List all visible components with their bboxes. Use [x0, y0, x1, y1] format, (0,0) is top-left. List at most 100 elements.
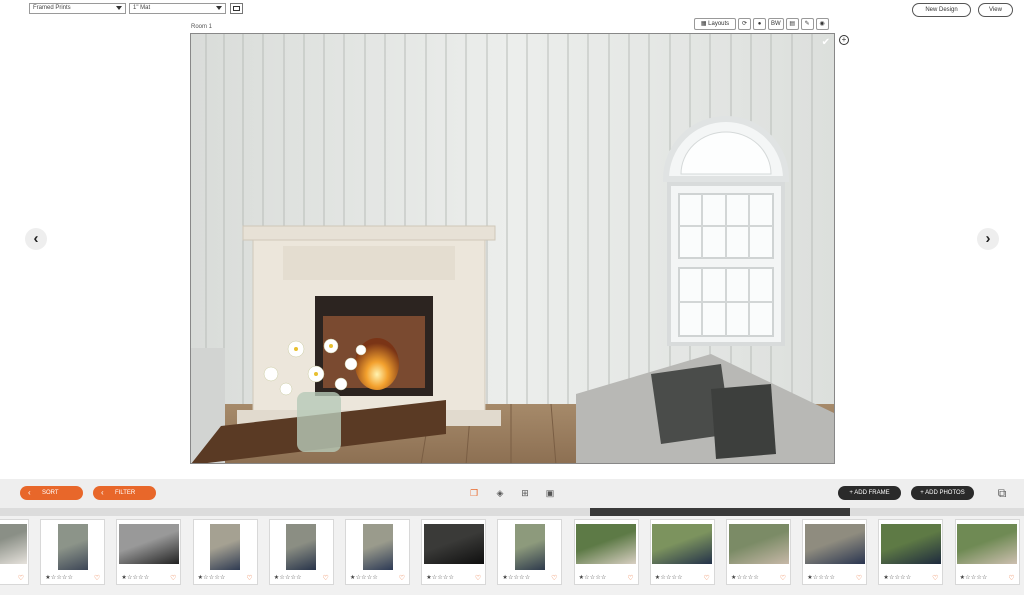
photo-image [118, 524, 179, 564]
filter-button[interactable]: ‹ FILTER [93, 486, 156, 500]
rotate-button[interactable]: ⟳ [738, 18, 751, 30]
photo-image [57, 524, 88, 570]
star-rating[interactable]: ★☆☆☆☆ [960, 574, 988, 581]
sort-button[interactable]: ‹ SORT [20, 486, 83, 500]
scrollbar-thumb[interactable] [590, 508, 850, 516]
photo-thumbnail[interactable]: ★☆☆☆☆ ♡ [268, 519, 334, 585]
photo-image [286, 524, 317, 570]
preview-button[interactable]: ◉ [815, 18, 829, 30]
star-rating[interactable]: ★☆☆☆☆ [121, 574, 149, 581]
heart-icon[interactable]: ♡ [704, 574, 710, 582]
star-rating[interactable]: ★☆☆☆☆ [579, 574, 607, 581]
star-rating[interactable]: ★☆☆☆☆ [274, 574, 302, 581]
chevron-left-icon: ‹ [101, 488, 104, 497]
frame-view-icon[interactable]: ▣ [544, 488, 556, 499]
bottom-toolbar: ‹ SORT ‹ FILTER ❐ ◈ ⊞ ▣ + ADD FRAME + ADD … [0, 479, 1024, 508]
pin-button[interactable]: ● [753, 18, 766, 30]
room-scene[interactable]: ✔ [190, 33, 835, 464]
star-rating[interactable]: ★☆☆☆☆ [655, 574, 683, 581]
arrange-icon[interactable]: ⊞ [519, 488, 531, 499]
photo-thumbnail[interactable]: ★☆☆☆☆ ♡ [421, 519, 487, 585]
add-frame-button[interactable]: + ADD FRAME [838, 486, 901, 500]
rotate-icon: ⟳ [741, 21, 748, 27]
view-button[interactable]: View [978, 3, 1013, 17]
star-rating[interactable]: ★☆☆☆☆ [198, 574, 226, 581]
photo-thumbnail[interactable]: ★☆☆☆☆ ♡ [649, 519, 715, 585]
photo-image [728, 524, 789, 564]
photo-thumbnail[interactable]: ★☆☆☆☆ ♡ [573, 519, 639, 585]
photo-thumbnail[interactable]: ☆☆♡ [0, 519, 29, 585]
photo-image [880, 524, 941, 564]
room-toolbar: ▦ Layouts ⟳ ● BW ▤ ✎ ◉ [694, 18, 829, 30]
heart-icon[interactable]: ♡ [475, 574, 481, 582]
photo-image [0, 524, 27, 564]
chevron-left-icon: ‹ [28, 488, 31, 497]
photo-thumbnail[interactable]: ★☆☆☆☆ ♡ [192, 519, 258, 585]
frame-orientation-button[interactable] [230, 3, 243, 14]
heart-icon[interactable]: ♡ [323, 574, 329, 582]
heart-icon[interactable]: ♡ [399, 574, 405, 582]
photo-thumbnail[interactable]: ★☆☆☆☆ ♡ [954, 519, 1020, 585]
photo-thumbnail[interactable]: ★☆☆☆☆ ♡ [40, 519, 106, 585]
heart-icon[interactable]: ♡ [780, 574, 786, 582]
photo-thumbnail[interactable]: ★☆☆☆☆ ♡ [802, 519, 868, 585]
photo-strip: ☆☆♡★☆☆☆☆♡★☆☆☆☆♡★☆☆☆☆♡★☆☆☆☆♡★☆☆☆☆♡★☆☆☆☆♡★… [0, 516, 1024, 595]
next-room-button[interactable]: › [977, 228, 999, 250]
photo-thumbnail[interactable]: ★☆☆☆☆ ♡ [345, 519, 410, 585]
heart-icon[interactable]: ♡ [856, 574, 862, 582]
calculator-icon: ▤ [789, 21, 795, 27]
heart-icon[interactable]: ♡ [18, 574, 24, 582]
photos-view-icon[interactable]: ❐ [468, 488, 480, 499]
heart-icon[interactable]: ♡ [627, 574, 633, 582]
photo-image [576, 524, 637, 564]
photo-thumbnail[interactable]: ★☆☆☆☆ ♡ [726, 519, 791, 585]
eye-icon: ◉ [819, 21, 825, 27]
photo-thumbnail[interactable]: ★☆☆☆☆ ♡ [878, 519, 944, 585]
new-design-button[interactable]: New Design [912, 3, 971, 17]
expand-panel-icon[interactable]: ⧉ [993, 487, 1011, 499]
star-rating[interactable]: ★☆☆☆☆ [502, 574, 530, 581]
star-rating[interactable]: ★☆☆☆☆ [45, 574, 73, 581]
calculator-button[interactable]: ▤ [785, 18, 799, 30]
edit-button[interactable]: ✎ [800, 18, 814, 30]
photo-image [652, 524, 713, 564]
check-icon[interactable]: ✔ [822, 37, 830, 48]
mat-select[interactable]: 1" Mat [129, 3, 226, 14]
layers-icon[interactable]: ◈ [494, 488, 506, 499]
star-rating[interactable]: ★☆☆☆☆ [731, 574, 759, 581]
star-rating[interactable]: ★☆☆☆☆ [883, 574, 911, 581]
star-rating[interactable]: ★☆☆☆☆ [426, 574, 454, 581]
sort-label: SORT [42, 490, 59, 496]
photo-thumbnail[interactable]: ★☆☆☆☆ ♡ [497, 519, 563, 585]
heart-icon[interactable]: ♡ [94, 574, 100, 582]
photo-thumbnail[interactable]: ★☆☆☆☆ ♡ [116, 519, 182, 585]
heart-icon[interactable]: ♡ [932, 574, 938, 582]
photo-image [362, 524, 393, 570]
layouts-button[interactable]: ▦ Layouts [694, 18, 736, 30]
photo-image [423, 524, 484, 564]
photo-image [957, 524, 1018, 564]
star-rating[interactable]: ★☆☆☆☆ [807, 574, 835, 581]
heart-icon[interactable]: ♡ [246, 574, 252, 582]
previous-room-button[interactable]: ‹ [25, 228, 47, 250]
photo-image [210, 524, 241, 570]
filter-label: FILTER [115, 490, 136, 496]
mat-select-value: 1" Mat [133, 5, 151, 11]
add-photos-button[interactable]: + ADD PHOTOS [911, 486, 974, 500]
star-rating[interactable]: ★☆☆☆☆ [350, 574, 378, 581]
add-frame-icon[interactable]: + [839, 35, 849, 45]
chevron-down-icon [216, 6, 222, 10]
heart-icon[interactable]: ♡ [551, 574, 557, 582]
product-select-value: Framed Prints [33, 5, 71, 11]
heart-icon[interactable]: ♡ [170, 574, 176, 582]
layouts-label: Layouts [708, 21, 730, 27]
photo-image [804, 524, 865, 564]
scrollbar-track[interactable] [0, 508, 1024, 516]
heart-icon[interactable]: ♡ [1008, 574, 1014, 582]
chevron-down-icon [116, 6, 122, 10]
rectangle-icon [233, 6, 240, 11]
room-illustration [191, 34, 834, 463]
top-bar: Framed Prints 1" Mat New Design View [0, 0, 1024, 22]
product-select[interactable]: Framed Prints [29, 3, 126, 14]
bw-button[interactable]: BW [768, 18, 784, 30]
